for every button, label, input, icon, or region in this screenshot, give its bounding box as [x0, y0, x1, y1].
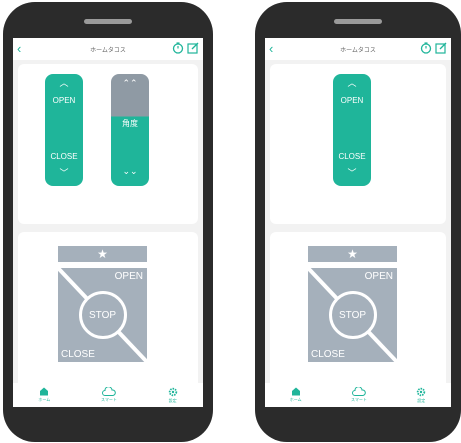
open-close-panel[interactable]: ︿ OPEN CLOSE ﹀ — [333, 74, 371, 186]
remote-card: ★ OPEN STOP CLOSE — [18, 232, 198, 407]
nav-settings-label: 設定 — [168, 397, 177, 403]
open-button[interactable]: OPEN — [365, 271, 393, 282]
favorite-star-button[interactable]: ★ — [58, 246, 147, 262]
chevron-up-icon: ︿ — [59, 78, 69, 88]
nav-home-label: ホーム — [289, 397, 302, 402]
timer-icon[interactable] — [420, 42, 432, 54]
page-title: ホームタコス — [340, 47, 376, 54]
control-card: ︿ OPEN CLOSE ﹀ ⌃⌃ 角度 ⌄⌄ — [18, 64, 198, 224]
close-button[interactable]: CLOSE — [311, 349, 345, 360]
chevron-down-icon: ﹀ — [59, 168, 69, 178]
control-card: ︿ OPEN CLOSE ﹀ — [270, 64, 446, 224]
screen: ‹ ホームタコス ︿ OPEN CLOSE ﹀ ⌃⌃ 角度 ⌄⌄ ★ OPEN … — [13, 38, 203, 407]
nav-home[interactable]: ホーム — [290, 387, 302, 403]
nav-smart[interactable]: スマート — [101, 387, 117, 403]
panel-open-label: OPEN — [52, 96, 76, 105]
nav-home-label: ホーム — [38, 397, 51, 402]
phone-left: ‹ ホームタコス ︿ OPEN CLOSE ﹀ ⌃⌃ 角度 ⌄⌄ ★ OPEN … — [3, 2, 213, 442]
nav-smart-label: スマート — [100, 397, 117, 402]
panel-open-label: OPEN — [340, 96, 364, 105]
nav-settings-label: 設定 — [417, 397, 426, 403]
open-stop-close-pad: OPEN STOP CLOSE — [308, 268, 397, 362]
favorite-star-button[interactable]: ★ — [308, 246, 397, 262]
bottom-nav: ホーム スマート 設定 — [265, 383, 451, 407]
remote-card: ★ OPEN STOP CLOSE — [270, 232, 446, 407]
stop-button[interactable]: STOP — [328, 291, 377, 339]
speaker — [84, 19, 132, 24]
bottom-nav: ホーム スマート 設定 — [13, 383, 203, 407]
timer-icon[interactable] — [172, 42, 184, 54]
edit-icon[interactable] — [187, 42, 199, 54]
app-bar: ‹ ホームタコス — [13, 38, 203, 60]
app-bar: ‹ ホームタコス — [265, 38, 451, 60]
angle-label: 角度 — [122, 119, 138, 128]
back-icon[interactable]: ‹ — [17, 41, 21, 56]
page-title: ホームタコス — [90, 47, 126, 54]
open-button[interactable]: OPEN — [115, 271, 143, 282]
nav-smart-label: スマート — [351, 397, 367, 402]
nav-home[interactable]: ホーム — [38, 387, 50, 403]
angle-down-icon: ⌄⌄ — [122, 166, 138, 176]
open-close-panel[interactable]: ︿ OPEN CLOSE ﹀ — [45, 74, 83, 186]
angle-up-icon: ⌃⌃ — [122, 78, 138, 88]
gear-icon — [417, 387, 426, 396]
phone-right: ‹ ホームタコス ︿ OPEN CLOSE ﹀ ★ OPEN STOP CLOS… — [255, 2, 461, 442]
nav-settings[interactable]: 設定 — [168, 387, 178, 404]
open-stop-close-pad: OPEN STOP CLOSE — [58, 268, 147, 362]
stop-button[interactable]: STOP — [78, 291, 127, 339]
panel-close-label: CLOSE — [50, 152, 78, 161]
panel-close-label: CLOSE — [338, 152, 366, 161]
angle-panel[interactable]: ⌃⌃ 角度 ⌄⌄ — [111, 74, 149, 186]
chevron-up-icon: ︿ — [347, 78, 357, 88]
home-icon — [40, 387, 49, 396]
home-icon — [291, 387, 300, 396]
cloud-icon — [351, 387, 366, 396]
chevron-down-icon: ﹀ — [347, 168, 357, 178]
nav-smart[interactable]: スマート — [351, 387, 367, 403]
gear-icon — [168, 387, 177, 396]
back-icon[interactable]: ‹ — [269, 41, 273, 56]
cloud-icon — [101, 387, 116, 396]
speaker — [334, 19, 382, 24]
close-button[interactable]: CLOSE — [61, 349, 95, 360]
screen: ‹ ホームタコス ︿ OPEN CLOSE ﹀ ★ OPEN STOP CLOS… — [265, 38, 451, 407]
edit-icon[interactable] — [435, 42, 447, 54]
nav-settings[interactable]: 設定 — [416, 387, 426, 404]
